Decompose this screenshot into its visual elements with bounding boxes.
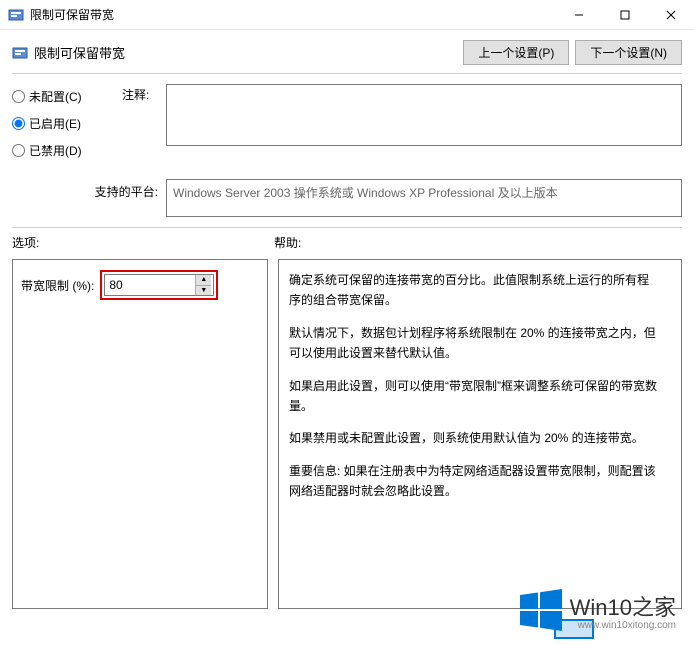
radio-disabled-label[interactable]: 已禁用(D): [29, 142, 82, 159]
bandwidth-input[interactable]: [105, 275, 195, 295]
close-button[interactable]: [648, 0, 694, 30]
maximize-button[interactable]: [602, 0, 648, 30]
help-paragraph: 确定系统可保留的连接带宽的百分比。此值限制系统上运行的所有程序的组合带宽保留。: [289, 270, 657, 311]
help-paragraph: 如果禁用或未配置此设置，则系统使用默认值为 20% 的连接带宽。: [289, 428, 657, 448]
platform-textbox[interactable]: Windows Server 2003 操作系统或 Windows XP Pro…: [166, 179, 682, 217]
bandwidth-spinner[interactable]: ▲ ▼: [104, 274, 214, 296]
help-paragraph: 重要信息: 如果在注册表中为特定网络适配器设置带宽限制，则配置该网络适配器时就会…: [289, 461, 657, 502]
comment-label: 注释:: [122, 84, 158, 169]
help-panel[interactable]: 确定系统可保留的连接带宽的百分比。此值限制系统上运行的所有程序的组合带宽保留。 …: [278, 259, 682, 609]
options-heading: 选项:: [12, 234, 274, 251]
radio-disabled[interactable]: [12, 144, 25, 157]
header: 限制可保留带宽 上一个设置(P) 下一个设置(N): [0, 30, 694, 73]
radio-not-configured[interactable]: [12, 90, 25, 103]
platform-text: Windows Server 2003 操作系统或 Windows XP Pro…: [173, 186, 558, 200]
options-panel: 带宽限制 (%): ▲ ▼: [12, 259, 268, 609]
page-title: 限制可保留带宽: [34, 43, 463, 62]
next-setting-button[interactable]: 下一个设置(N): [575, 40, 682, 65]
radio-enabled[interactable]: [12, 117, 25, 130]
radio-not-configured-label[interactable]: 未配置(C): [29, 88, 82, 105]
dialog-button-fragment[interactable]: [554, 619, 594, 639]
spinner-down-button[interactable]: ▼: [196, 286, 211, 296]
window-title: 限制可保留带宽: [30, 6, 556, 23]
footer: [0, 613, 694, 645]
platform-label: 支持的平台:: [12, 179, 158, 217]
previous-setting-button[interactable]: 上一个设置(P): [463, 40, 569, 65]
help-paragraph: 如果启用此设置，则可以使用“带宽限制”框来调整系统可保留的带宽数量。: [289, 376, 657, 417]
comment-textbox[interactable]: [166, 84, 682, 146]
help-paragraph: 默认情况下，数据包计划程序将系统限制在 20% 的连接带宽之内，但可以使用此设置…: [289, 323, 657, 364]
minimize-button[interactable]: [556, 0, 602, 30]
bandwidth-limit-label: 带宽限制 (%):: [21, 277, 94, 294]
radio-enabled-label[interactable]: 已启用(E): [29, 115, 81, 132]
help-heading: 帮助:: [274, 234, 301, 251]
app-icon: [8, 7, 24, 23]
spinner-up-button[interactable]: ▲: [196, 275, 211, 286]
bandwidth-spinner-highlight: ▲ ▼: [100, 270, 218, 300]
policy-icon: [12, 45, 28, 61]
titlebar: 限制可保留带宽: [0, 0, 694, 30]
